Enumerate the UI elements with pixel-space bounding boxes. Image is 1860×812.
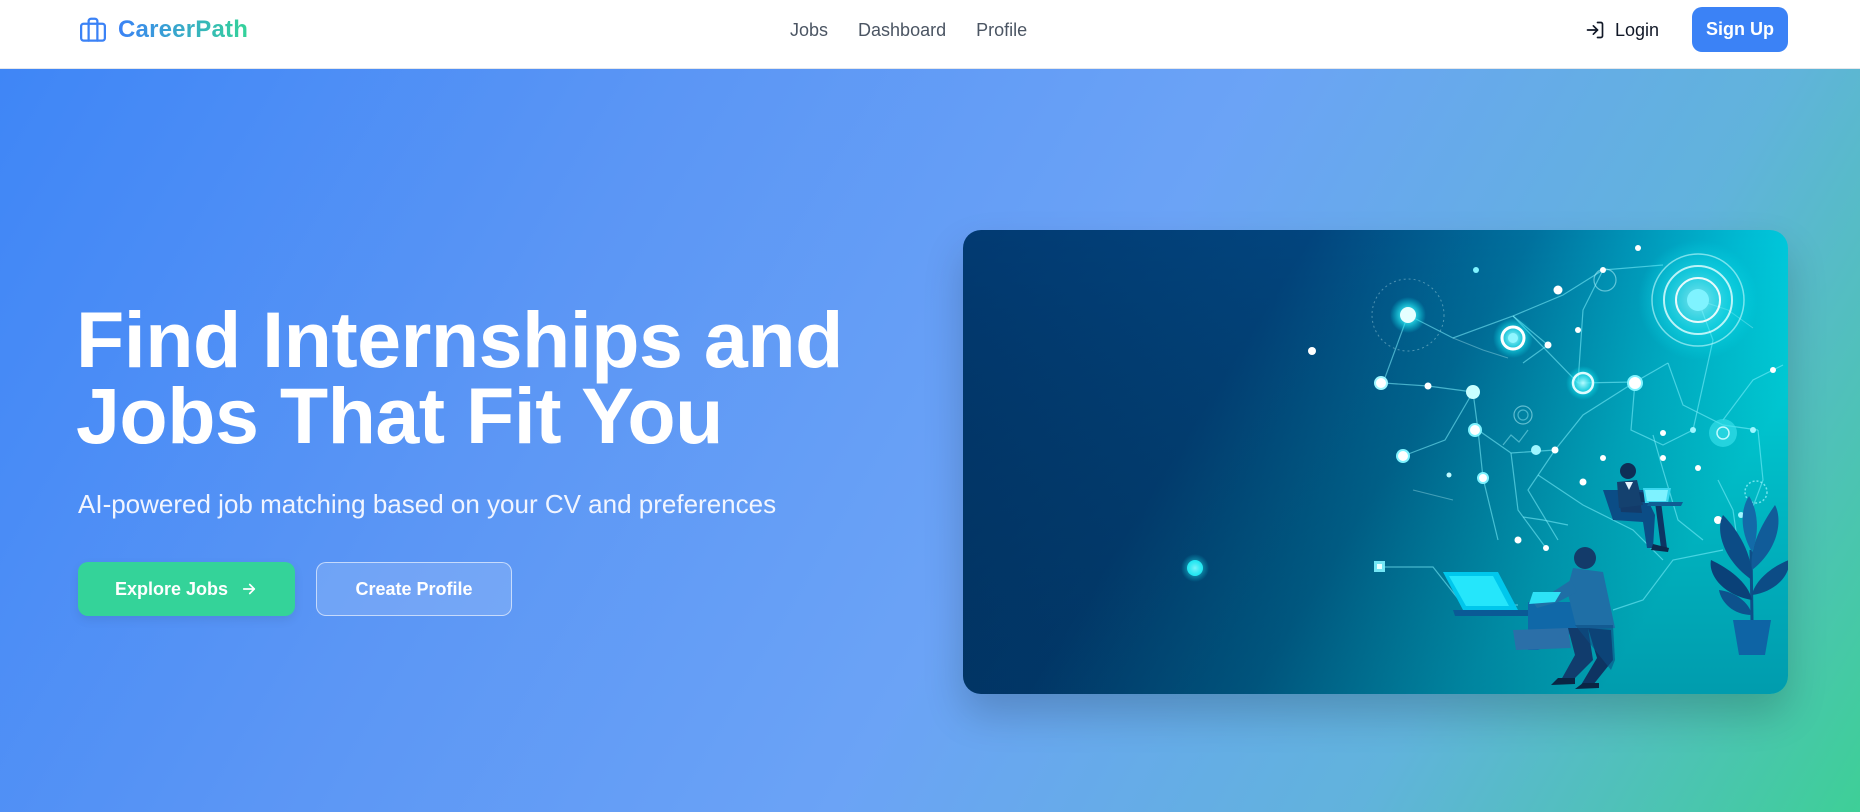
explore-jobs-label: Explore Jobs — [114, 578, 229, 599]
hero-subheadline: AI-powered job matching based on your CV… — [78, 489, 777, 519]
brand-name: CareerPath — [118, 16, 249, 43]
brand-logo[interactable]: CareerPath — [78, 14, 248, 46]
hero-section: Find Internships and Jobs That Fit You A… — [0, 69, 1860, 812]
login-label: Login — [1615, 19, 1660, 40]
explore-jobs-button[interactable]: Explore Jobs — [78, 562, 295, 616]
login-button[interactable]: Login — [1585, 17, 1659, 43]
arrow-right-icon — [242, 583, 256, 595]
top-navbar: CareerPath Jobs Dashboard Profile Login … — [0, 0, 1860, 69]
hero-headline-line-2: Jobs That Fit You — [76, 371, 723, 460]
hero-headline: Find Internships and Jobs That Fit You — [76, 300, 856, 455]
nav-link-jobs[interactable]: Jobs — [790, 18, 828, 42]
login-icon — [1586, 21, 1604, 39]
nav-link-dashboard[interactable]: Dashboard — [858, 18, 946, 42]
signup-button[interactable]: Sign Up — [1692, 7, 1788, 52]
hero-illustration — [963, 230, 1788, 694]
nav-link-profile[interactable]: Profile — [976, 18, 1027, 42]
network-people-laptops-illustration — [963, 230, 1788, 694]
briefcase-icon — [80, 17, 106, 42]
main-nav: Jobs Dashboard Profile — [790, 18, 1027, 42]
create-profile-button[interactable]: Create Profile — [316, 562, 512, 616]
